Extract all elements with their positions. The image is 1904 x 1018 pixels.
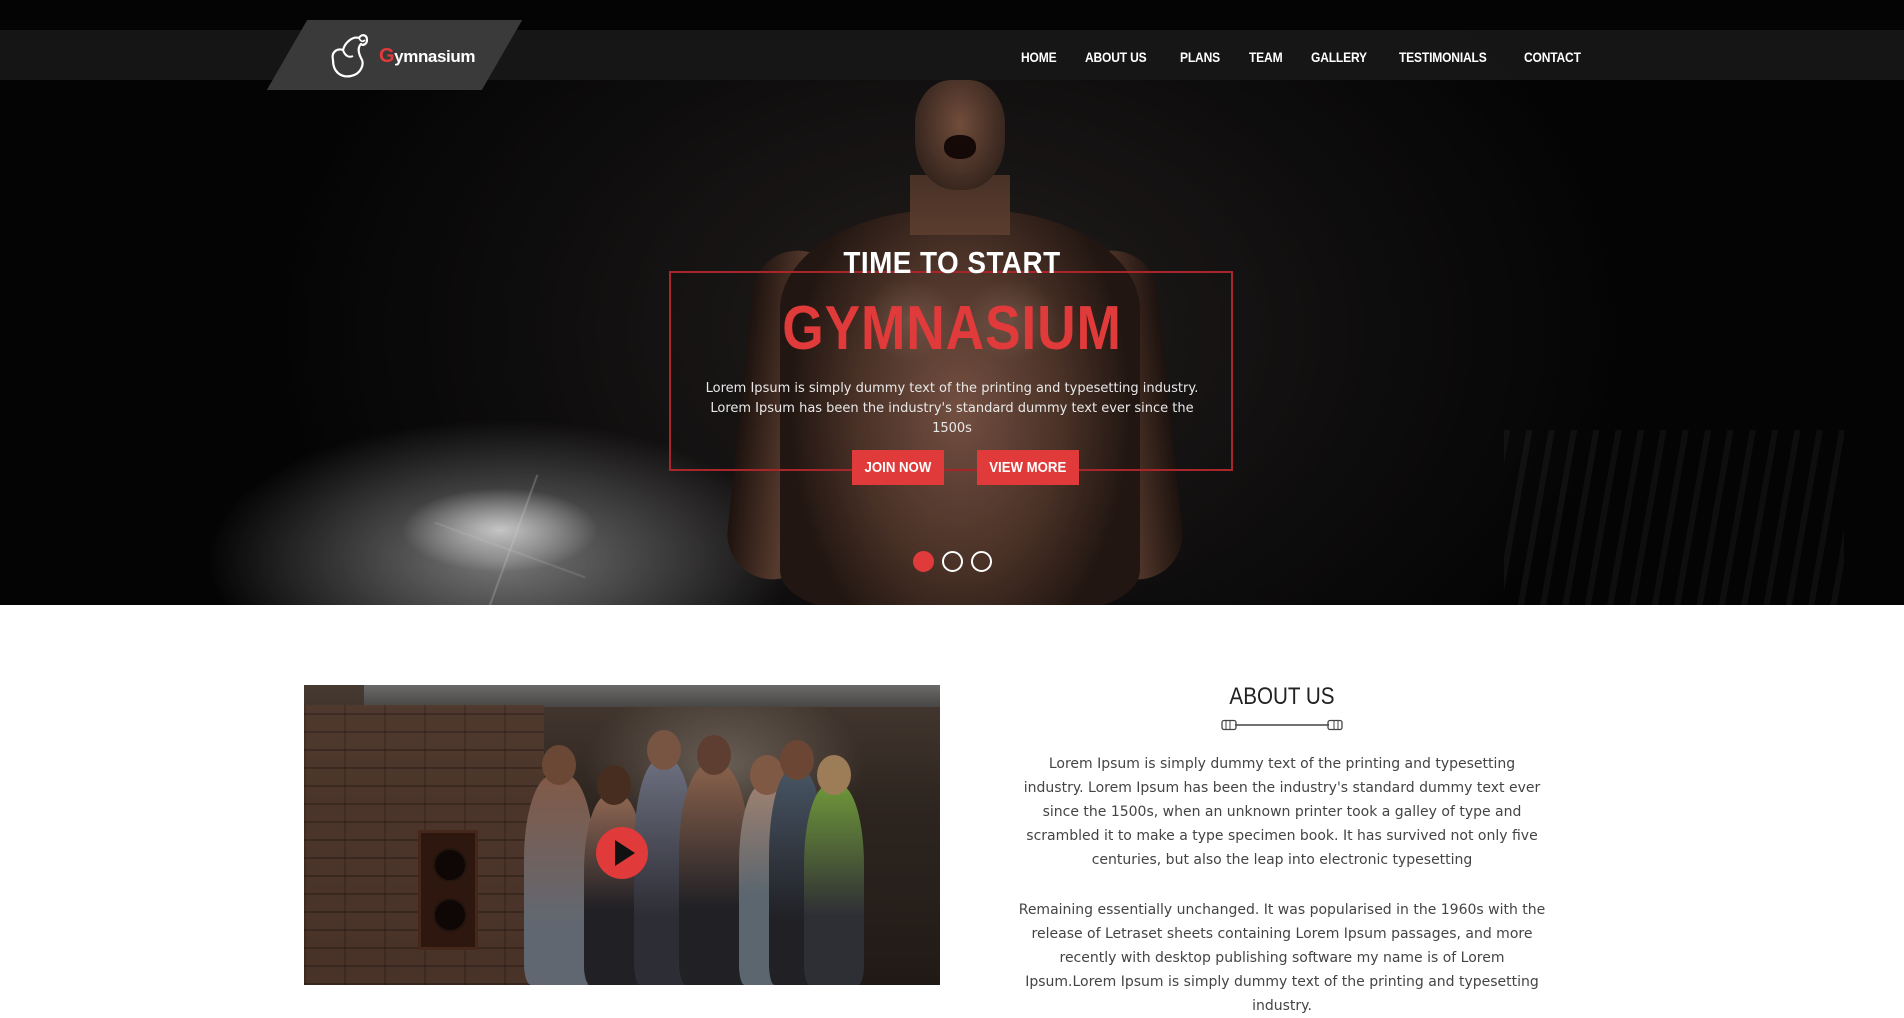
play-button[interactable] — [596, 827, 648, 879]
barbell-icon — [1221, 719, 1343, 731]
slider-dot-1[interactable] — [913, 551, 934, 572]
nav-item-contact[interactable]: CONTACT — [1524, 49, 1581, 65]
join-now-label: JOIN NOW — [864, 459, 932, 476]
logo-text-rest: ymnasium — [394, 46, 476, 66]
logo-text-first: G — [379, 44, 395, 67]
slider-dots — [913, 551, 992, 572]
about-paragraph-2: Remaining essentially unchanged. It was … — [1018, 902, 1546, 1014]
view-more-button[interactable]: VIEW MORE — [977, 450, 1079, 485]
nav-item-gallery[interactable]: GALLERY — [1311, 49, 1367, 65]
site-logo[interactable]: Gymnasium — [325, 28, 475, 84]
nav-item-plans[interactable]: PLANS — [1180, 49, 1220, 65]
flexed-arm-icon — [331, 34, 369, 78]
nav-item-about-us[interactable]: ABOUT US — [1085, 49, 1147, 65]
hero-slider: TIME TO START GYMNASIUM Lorem Ipsum is s… — [0, 0, 1904, 605]
main-nav: HOME ABOUT US PLANS TEAM GALLERY TESTIMO… — [1021, 45, 1590, 69]
play-icon — [614, 840, 635, 866]
nav-item-testimonials[interactable]: TESTIMONIALS — [1399, 49, 1487, 65]
hero-title: GYMNASIUM — [782, 294, 1122, 363]
nav-item-team[interactable]: TEAM — [1249, 49, 1283, 65]
view-more-label: VIEW MORE — [989, 459, 1067, 476]
join-now-button[interactable]: JOIN NOW — [852, 450, 944, 485]
hero-pre-title: TIME TO START — [843, 245, 1061, 280]
logo-text: Gymnasium — [379, 45, 475, 68]
about-paragraph-1: Lorem Ipsum is simply dummy text of the … — [1023, 756, 1541, 868]
slider-dot-2[interactable] — [942, 551, 963, 572]
nav-item-home[interactable]: HOME — [1021, 49, 1057, 65]
about-title: ABOUT US — [1229, 683, 1335, 710]
slider-dot-3[interactable] — [971, 551, 992, 572]
hero-description: Lorem Ipsum is simply dummy text of the … — [705, 381, 1199, 436]
